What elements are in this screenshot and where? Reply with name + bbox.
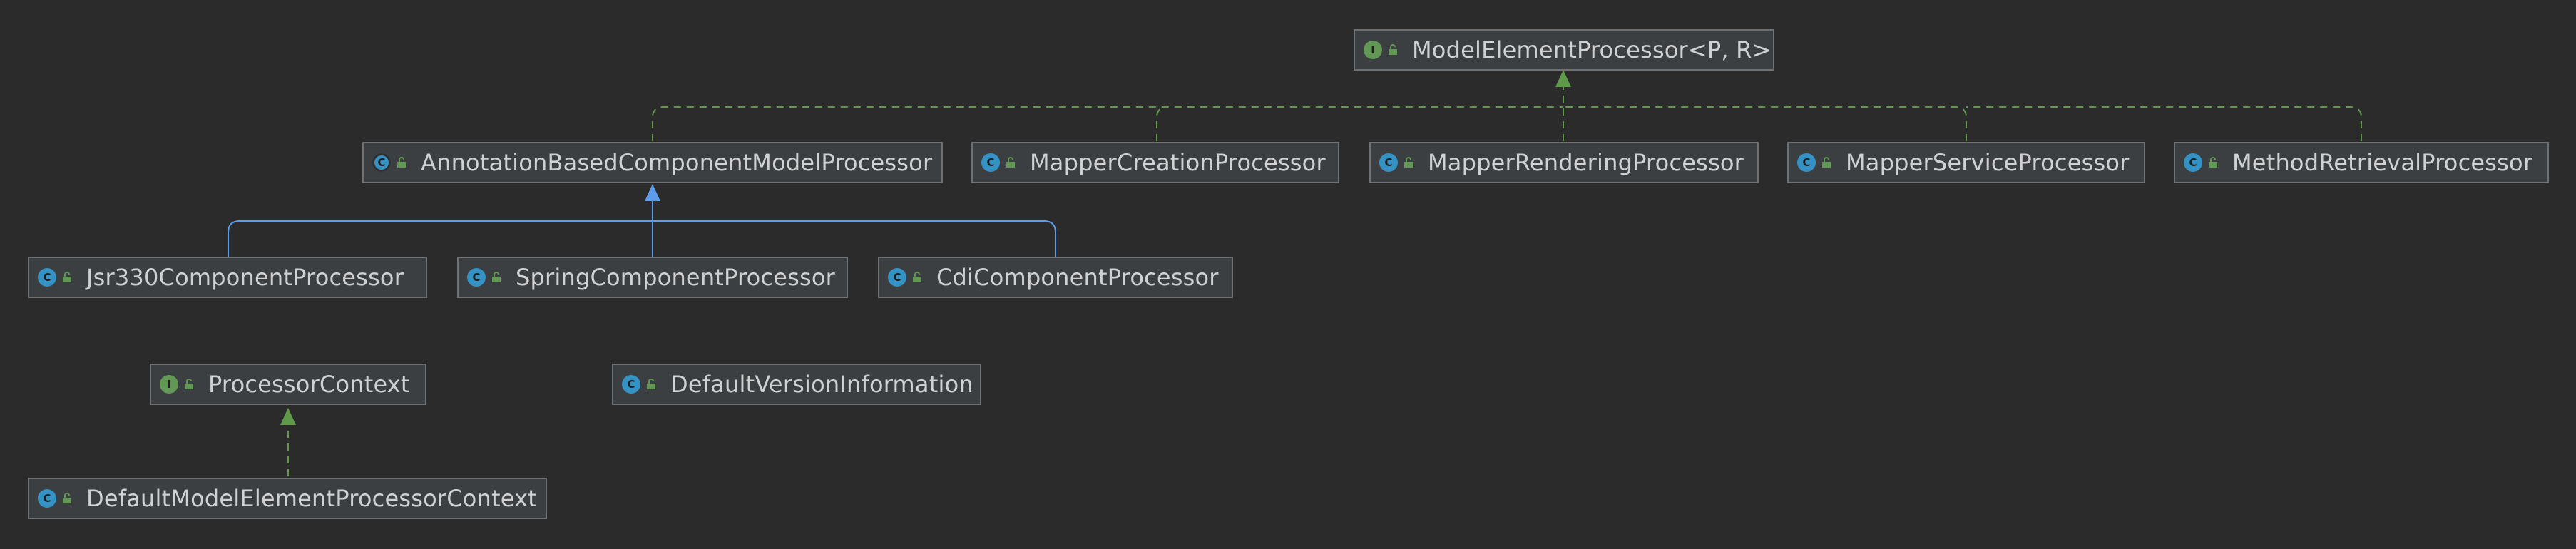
edge-mapper-creation-implements-model-element-processor (1156, 106, 1168, 141)
class-box-mapper-service-processor[interactable]: C MapperServiceProcessor (1787, 142, 2145, 183)
open-lock-icon (185, 379, 193, 389)
class-icon: C (1379, 153, 1398, 172)
class-name: MethodRetrievalProcessor (2232, 149, 2533, 176)
open-lock-icon (63, 272, 71, 282)
uml-class-diagram: I ModelElementProcessor<P, R> C Annotati… (0, 0, 2576, 549)
class-name: AnnotationBasedComponentModelProcessor (421, 149, 933, 176)
class-name: ProcessorContext (208, 371, 410, 398)
edge-annotation-based-implements-model-element-processor (652, 106, 1563, 141)
class-box-spring-component-processor[interactable]: C SpringComponentProcessor (457, 257, 848, 298)
class-name: DefaultVersionInformation (670, 371, 973, 398)
class-box-mapper-rendering-processor[interactable]: C MapperRenderingProcessor (1369, 142, 1759, 183)
edge-jsr330-extends-annotation-based (228, 220, 1056, 257)
open-lock-icon (647, 379, 655, 389)
class-box-default-version-information[interactable]: C DefaultVersionInformation (612, 364, 981, 405)
open-lock-icon (1006, 157, 1015, 168)
class-name: SpringComponentProcessor (516, 264, 835, 291)
class-icon: C (622, 375, 640, 394)
class-icon: C (1797, 153, 1816, 172)
open-lock-icon (1389, 44, 1397, 55)
implements-arrowhead-model-element-processor (1555, 70, 1571, 87)
class-icon: C (38, 489, 56, 508)
abstract-class-icon: C (372, 153, 391, 172)
interface-icon: I (160, 375, 178, 394)
class-box-annotation-based-component-model-processor[interactable]: C AnnotationBasedComponentModelProcessor (362, 142, 943, 183)
open-lock-icon (1822, 157, 1831, 168)
interface-icon: I (1364, 41, 1382, 59)
edge-mapper-service-implements-model-element-processor (1563, 106, 1967, 141)
class-name: Jsr330ComponentProcessor (86, 264, 404, 291)
class-box-method-retrieval-processor[interactable]: C MethodRetrievalProcessor (2174, 142, 2549, 183)
class-box-processor-context[interactable]: I ProcessorContext (150, 364, 426, 405)
class-name: MapperServiceProcessor (1846, 149, 2130, 176)
open-lock-icon (913, 272, 921, 282)
class-name: CdiComponentProcessor (936, 264, 1219, 291)
class-box-model-element-processor[interactable]: I ModelElementProcessor<P, R> (1354, 29, 1774, 71)
class-icon: C (467, 268, 486, 287)
class-icon: C (981, 153, 1000, 172)
class-name: ModelElementProcessor<P, R> (1412, 36, 1772, 63)
class-box-mapper-creation-processor[interactable]: C MapperCreationProcessor (971, 142, 1339, 183)
class-box-jsr330-component-processor[interactable]: C Jsr330ComponentProcessor (28, 257, 427, 298)
class-box-default-model-element-processor-context[interactable]: C DefaultModelElementProcessorContext (28, 478, 547, 519)
extends-arrowhead-annotation-based (645, 184, 660, 201)
open-lock-icon (492, 272, 501, 282)
open-lock-icon (63, 493, 71, 503)
class-name: DefaultModelElementProcessorContext (86, 485, 537, 512)
edge-method-retrieval-implements-model-element-processor (1966, 106, 2362, 141)
class-box-cdi-component-processor[interactable]: C CdiComponentProcessor (878, 257, 1233, 298)
implements-arrowhead-processor-context (280, 408, 296, 425)
open-lock-icon (2209, 157, 2217, 168)
class-icon: C (2184, 153, 2202, 172)
open-lock-icon (1404, 157, 1413, 168)
class-name: MapperRenderingProcessor (1428, 149, 1744, 176)
class-icon: C (38, 268, 56, 287)
class-name: MapperCreationProcessor (1030, 149, 1326, 176)
open-lock-icon (397, 157, 406, 168)
class-icon: C (888, 268, 906, 287)
